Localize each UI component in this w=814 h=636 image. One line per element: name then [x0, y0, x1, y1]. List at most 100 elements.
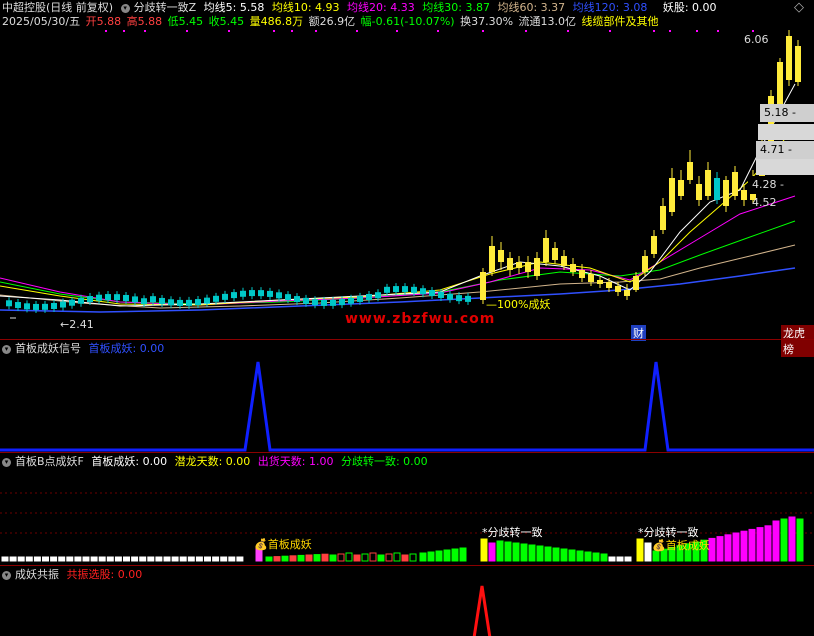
- candle-body: [732, 172, 738, 196]
- candle-body: [687, 162, 693, 180]
- histogram-bar: [58, 556, 66, 562]
- candle-body: [51, 302, 57, 309]
- signal-dot: [396, 30, 398, 32]
- candle-body: [651, 236, 657, 254]
- signal-line: [0, 361, 814, 452]
- signal-dot: [696, 30, 698, 32]
- histogram-bar: [592, 552, 600, 562]
- histogram-bar: [147, 556, 155, 562]
- candle-body: [561, 256, 567, 266]
- histogram-bar: [123, 556, 130, 562]
- histogram-bar: [708, 537, 716, 562]
- histogram-bar: [82, 556, 90, 562]
- histogram-bar: [329, 554, 337, 562]
- ma10-line: [0, 124, 796, 306]
- histogram-bar: [419, 552, 427, 562]
- candle-body: [642, 256, 648, 272]
- histogram-bar: [780, 518, 788, 562]
- main-price-chart[interactable]: [0, 0, 814, 340]
- candle-body: [447, 293, 453, 300]
- panel2-annotation-shouban-1: 💰首板成妖: [254, 538, 312, 551]
- candle-body: [660, 206, 666, 230]
- candle-body: [579, 270, 585, 278]
- price-zone-2: 4.71 - 4.91: [756, 141, 814, 174]
- candle-body: [294, 296, 300, 303]
- candle-body: [168, 299, 174, 306]
- candlesticks: [6, 30, 801, 319]
- histogram-bar: [409, 553, 417, 562]
- signal-dot: [123, 30, 125, 32]
- histogram-bar: [179, 556, 187, 562]
- histogram-bar: [772, 520, 780, 562]
- histogram-bar: [163, 556, 171, 562]
- panel3-chart[interactable]: [0, 566, 814, 636]
- candle-body: [15, 302, 21, 309]
- histogram-bar: [560, 548, 568, 562]
- signal-dot: [315, 30, 317, 32]
- candle-body: [105, 294, 111, 301]
- histogram-bar: [496, 540, 504, 562]
- histogram-bar: [297, 554, 305, 562]
- candle-body: [723, 180, 729, 206]
- candle-body: [375, 292, 381, 299]
- candle-body: [615, 286, 621, 292]
- histogram-bar: [337, 553, 345, 562]
- histogram-bar: [90, 556, 98, 562]
- histogram-bar: [748, 528, 756, 562]
- signal-dot: [669, 30, 671, 32]
- candle-body: [570, 264, 576, 272]
- histogram-bar: [568, 549, 576, 562]
- histogram-bar: [25, 556, 33, 562]
- signal-dots: [105, 30, 754, 32]
- histogram-bar: [480, 538, 488, 562]
- histogram-bar: [552, 547, 560, 562]
- histogram-bar: [756, 527, 764, 562]
- histogram-bar: [377, 554, 385, 562]
- signal-dot: [482, 30, 484, 32]
- signal-dot: [144, 30, 146, 32]
- histogram-bar: [608, 556, 616, 562]
- candle-body: [42, 303, 48, 310]
- histogram-bar: [644, 542, 652, 562]
- candle-body: [420, 288, 426, 295]
- candle-body: [132, 296, 138, 303]
- candle-body: [6, 300, 12, 307]
- histogram-bar: [488, 542, 496, 562]
- panel2-annotation-shouban-2: 💰首板成妖: [652, 539, 710, 552]
- candle-body: [624, 290, 630, 296]
- histogram-bar: [187, 556, 195, 562]
- candle-body: [159, 297, 165, 304]
- histogram-bar: [520, 543, 528, 562]
- signal-dot: [717, 30, 719, 32]
- histogram-bar: [228, 556, 236, 562]
- histogram-bar: [195, 556, 203, 562]
- histogram-bar: [114, 556, 122, 562]
- panel1-chart[interactable]: [0, 340, 814, 453]
- candle-body: [786, 36, 792, 80]
- candle-body: [312, 299, 318, 306]
- candle-body: [303, 297, 309, 304]
- candle-body: [606, 282, 612, 288]
- candle-body: [633, 276, 639, 290]
- candle-body: [285, 294, 291, 301]
- histogram-bar: [171, 556, 179, 562]
- signal-dot: [752, 30, 754, 32]
- candle-body: [402, 286, 408, 293]
- candle-body: [357, 295, 363, 302]
- signal-dot: [186, 30, 188, 32]
- histogram-bar: [273, 556, 281, 562]
- histogram-bar: [528, 544, 536, 562]
- histogram-bar: [281, 555, 289, 562]
- candle-body: [60, 301, 66, 308]
- histogram-bar: [236, 556, 244, 562]
- ma5-line: [0, 83, 796, 307]
- candle-body: [96, 294, 102, 301]
- candle-body: [705, 170, 711, 196]
- histogram-bar: [353, 554, 361, 562]
- histogram-bar: [716, 536, 724, 562]
- histogram-bar: [636, 538, 644, 562]
- histogram-bar: [435, 550, 443, 562]
- histogram-bar: [321, 553, 329, 562]
- candle-body: [231, 292, 237, 299]
- candle-body: [498, 250, 504, 262]
